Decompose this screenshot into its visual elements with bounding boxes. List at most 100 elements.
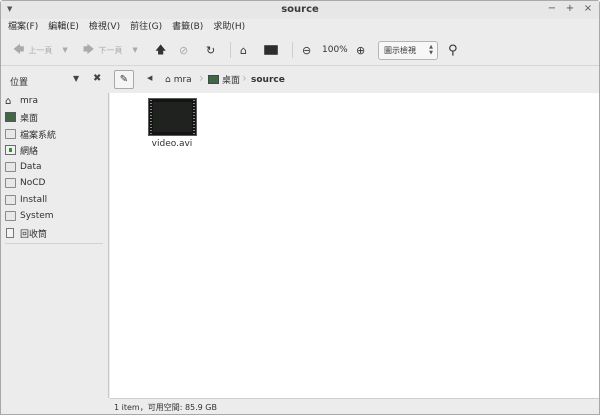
menu-bookmarks[interactable]: 書籤(B) <box>172 19 203 35</box>
menu-view[interactable]: 檢視(V) <box>89 19 120 35</box>
arrow-up-icon: 🡅 <box>155 42 167 56</box>
menu-edit[interactable]: 編輯(E) <box>48 19 79 35</box>
file-item[interactable]: video.avi <box>143 98 201 149</box>
menu-go[interactable]: 前往(G) <box>130 19 162 35</box>
forward-label: 下一頁 <box>98 45 123 55</box>
window-controls: − + × <box>547 3 593 14</box>
arrow-right-icon: 🡆 <box>83 42 95 56</box>
breadcrumb-separator: › <box>242 71 247 85</box>
view-mode-value: 圖示檢視 <box>384 46 416 55</box>
desktop-icon <box>208 75 219 84</box>
sidebar-item-install[interactable]: Install <box>5 192 105 208</box>
reload-icon: ↻ <box>206 43 216 57</box>
breadcrumb-label: mra <box>173 74 192 85</box>
zoom-in-icon: ⊕ <box>356 43 366 57</box>
drive-icon <box>5 162 16 172</box>
video-thumbnail <box>152 102 192 132</box>
sidebar-item-network[interactable]: 網絡 <box>5 142 105 158</box>
breadcrumb-item-source[interactable]: source <box>251 66 285 93</box>
sidebar-item-label: 回收筒 <box>20 229 48 240</box>
toggle-location-entry-button[interactable]: ✎ <box>114 70 134 89</box>
sidebar-item-label: Data <box>20 162 42 172</box>
up-button[interactable]: 🡅 <box>155 36 166 64</box>
status-text: 1 item，可用空間: 85.9 GB <box>114 403 217 412</box>
breadcrumb-label: source <box>251 74 285 85</box>
computer-button[interactable] <box>264 36 278 64</box>
sidebar-item-system[interactable]: System <box>5 208 105 224</box>
minimize-button[interactable]: − <box>547 3 557 14</box>
drive-icon <box>5 211 16 221</box>
search-icon: ⚲ <box>448 42 458 58</box>
sidebar-item-data[interactable]: Data <box>5 159 105 175</box>
home-button[interactable]: ⌂ <box>240 36 247 64</box>
sidebar-item-label: System <box>20 211 54 221</box>
sidebar-item-filesystem[interactable]: 檔案系統 <box>5 126 105 142</box>
sidebar-item-label: mra <box>20 96 38 106</box>
stop-icon: ⊘ <box>179 43 189 57</box>
breadcrumb-item-mra[interactable]: ⌂ mra <box>165 66 192 93</box>
zoom-out-button[interactable]: ⊖ <box>302 36 311 64</box>
window-title: source <box>281 4 319 15</box>
drive-icon <box>5 129 16 139</box>
film-perforation <box>192 100 195 134</box>
drive-icon <box>5 178 16 188</box>
view-mode-select[interactable]: 圖示檢視 ▲ ▼ <box>378 41 438 60</box>
menu-file[interactable]: 檔案(F) <box>8 19 38 35</box>
file-manager-window: ▼ source − + × 檔案(F) 編輯(E) 檢視(V) 前往(G) 書… <box>0 0 600 415</box>
menu-help[interactable]: 求助(H) <box>213 19 245 35</box>
video-file-icon <box>147 98 197 136</box>
sidebar-item-nocd[interactable]: NoCD <box>5 175 105 191</box>
home-icon: ⌂ <box>5 96 12 107</box>
menu-bar: 檔案(F) 編輯(E) 檢視(V) 前往(G) 書籤(B) 求助(H) <box>1 19 599 35</box>
toolbar-separator <box>292 42 293 58</box>
sidebar-item-home[interactable]: ⌂ mra <box>5 93 105 109</box>
arrow-left-icon: 🡄 <box>13 42 25 56</box>
forward-history-dropdown-icon[interactable]: ▼ <box>132 46 137 54</box>
sidebar-item-label: 網絡 <box>20 146 39 157</box>
sidebar-divider <box>5 243 103 244</box>
file-name: video.avi <box>151 139 193 149</box>
toolbar: 🡄 上一頁 ▼ 🡆 下一頁 ▼ 🡅 ⊘ ↻ ⌂ ⊖ 100% ⊕ 圖示檢視 ▲ … <box>1 36 599 64</box>
sidebar-item-desktop[interactable]: 桌面 <box>5 109 105 125</box>
sidebar-header: 位置 ▼ ✖ <box>1 66 109 93</box>
sidebar-dropdown-icon[interactable]: ▼ <box>73 74 79 83</box>
desktop-icon <box>5 112 16 122</box>
places-sidebar: ⌂ mra 桌面 檔案系統 網絡 Data NoCD Install Syste… <box>1 93 109 398</box>
up-down-arrows-icon: ▲ ▼ <box>429 44 433 56</box>
file-view[interactable]: video.avi <box>110 93 599 398</box>
sidebar-item-trash[interactable]: 回收筒 <box>5 225 105 241</box>
zoom-out-icon: ⊖ <box>302 43 312 57</box>
home-icon: ⌂ <box>240 43 247 57</box>
home-icon: ⌂ <box>165 74 171 85</box>
sidebar-title[interactable]: 位置 <box>10 75 28 88</box>
toolbar-separator <box>230 42 231 58</box>
title-bar: ▼ source − + × <box>1 1 599 19</box>
close-button[interactable]: × <box>583 3 593 14</box>
zoom-level: 100% <box>322 45 348 55</box>
breadcrumb-item-desktop[interactable]: 桌面 <box>208 66 240 93</box>
forward-button[interactable]: 🡆 下一頁 ▼ <box>83 36 138 64</box>
zoom-in-button[interactable]: ⊕ <box>356 36 365 64</box>
trash-icon <box>6 228 14 238</box>
back-label: 上一頁 <box>28 45 53 55</box>
sidebar-close-icon[interactable]: ✖ <box>93 73 101 84</box>
breadcrumb-label: 桌面 <box>222 76 241 86</box>
search-button[interactable]: ⚲ <box>448 36 458 64</box>
network-icon <box>5 145 16 155</box>
location-bar: 位置 ▼ ✖ ✎ ◀ ⌂ mra › 桌面 › source <box>1 65 599 93</box>
sidebar-item-label: 桌面 <box>20 113 39 124</box>
back-history-dropdown-icon[interactable]: ▼ <box>62 46 67 54</box>
status-bar: 1 item，可用空間: 85.9 GB <box>110 398 599 414</box>
maximize-button[interactable]: + <box>565 3 575 14</box>
film-perforation <box>149 100 152 134</box>
computer-icon <box>264 45 278 55</box>
reload-button[interactable]: ↻ <box>206 36 215 64</box>
breadcrumb-separator: › <box>199 71 204 85</box>
stop-button[interactable]: ⊘ <box>179 36 188 64</box>
breadcrumb-scroll-left-icon[interactable]: ◀ <box>147 74 152 82</box>
back-button[interactable]: 🡄 上一頁 ▼ <box>13 36 68 64</box>
sidebar-item-label: Install <box>20 195 48 205</box>
pencil-icon: ✎ <box>119 74 129 85</box>
sidebar-item-label: 檔案系統 <box>20 130 57 141</box>
sidebar-item-label: NoCD <box>20 178 46 188</box>
